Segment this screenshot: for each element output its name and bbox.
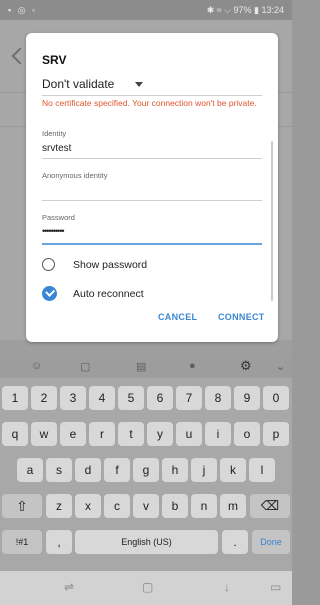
key-i[interactable]: i [205, 422, 231, 446]
key-r[interactable]: r [89, 422, 115, 446]
keyboard-toolbar: ☺ ▢ ▤ ● ⚙ ⌄ [0, 356, 292, 378]
cancel-button[interactable]: CANCEL [158, 312, 197, 322]
background-strip [0, 340, 292, 356]
collapse-icon[interactable]: ⌄ [276, 360, 285, 373]
status-bar: ▪ ◎ ▫ ✱ ≈ ⌵ 97% ▮ 13:24 [0, 0, 292, 20]
key-b[interactable]: b [162, 494, 188, 518]
dialog-scrollbar[interactable] [271, 141, 273, 301]
password-label: Password [42, 213, 75, 222]
key-g[interactable]: g [133, 458, 159, 482]
key-4[interactable]: 4 [89, 386, 115, 410]
ca-certificate-dropdown[interactable]: Don't validate [42, 73, 262, 96]
done-key[interactable]: Done [252, 530, 290, 554]
key-c[interactable]: c [104, 494, 130, 518]
settings-icon[interactable]: ⚙ [240, 358, 252, 374]
anonymous-identity-label: Anonymous identity [42, 171, 108, 180]
key-9[interactable]: 9 [234, 386, 260, 410]
auto-reconnect-label: Auto reconnect [73, 288, 144, 300]
chevron-down-icon [135, 82, 143, 87]
connect-button[interactable]: CONNECT [218, 312, 265, 322]
emoji-icon[interactable]: ☺ [31, 360, 42, 372]
identity-label: Identity [42, 129, 67, 138]
auto-reconnect-checkbox[interactable] [42, 286, 57, 301]
key-q[interactable]: q [2, 422, 28, 446]
recents-icon[interactable]: ⇌ [64, 580, 74, 594]
password-underline [42, 243, 262, 245]
key-j[interactable]: j [191, 458, 217, 482]
key-n[interactable]: n [191, 494, 217, 518]
key-d[interactable]: d [75, 458, 101, 482]
key-e[interactable]: e [60, 422, 86, 446]
key-5[interactable]: 5 [118, 386, 144, 410]
key-k[interactable]: k [220, 458, 246, 482]
key-p[interactable]: p [263, 422, 289, 446]
home-icon[interactable]: ▢ [142, 580, 153, 594]
key-3[interactable]: 3 [60, 386, 86, 410]
keyboard: ☺ ▢ ▤ ● ⚙ ⌄ 1 2 3 4 5 6 7 8 9 0 q w e r … [0, 356, 292, 571]
key-a[interactable]: a [17, 458, 43, 482]
key-7[interactable]: 7 [176, 386, 202, 410]
key-o[interactable]: o [234, 422, 260, 446]
certificate-warning: No certificate specified. Your connectio… [42, 98, 257, 108]
show-password-option[interactable]: Show password [42, 255, 262, 277]
key-v[interactable]: v [133, 494, 159, 518]
status-right-info: ✱ ≈ ⌵ 97% ▮ 13:24 [206, 5, 284, 15]
dropdown-value: Don't validate [42, 77, 115, 91]
auto-reconnect-option[interactable]: Auto reconnect [42, 284, 262, 306]
show-password-checkbox[interactable] [42, 258, 55, 271]
clipboard-icon[interactable]: ▤ [136, 360, 146, 373]
key-y[interactable]: y [147, 422, 173, 446]
password-field[interactable]: •••••••••• [42, 226, 64, 236]
sticker-icon[interactable]: ▢ [80, 360, 90, 373]
shift-key[interactable]: ⇧ [2, 494, 42, 518]
identity-field[interactable]: srvtest [42, 143, 71, 154]
comma-key[interactable]: , [46, 530, 72, 554]
key-z[interactable]: z [46, 494, 72, 518]
backspace-icon[interactable]: ⌫ [250, 494, 290, 518]
key-t[interactable]: t [118, 422, 144, 446]
key-h[interactable]: h [162, 458, 188, 482]
key-w[interactable]: w [31, 422, 57, 446]
anonymous-identity-underline [42, 200, 262, 201]
space-bar[interactable]: English (US) [75, 530, 218, 554]
navigation-bar: ⇌ ▢ ↓ ▭ [0, 571, 292, 605]
keyboard-switch-icon[interactable]: ▭ [270, 580, 281, 594]
mic-icon[interactable]: ● [189, 360, 196, 372]
key-2[interactable]: 2 [31, 386, 57, 410]
back-icon[interactable]: ↓ [224, 580, 230, 594]
key-x[interactable]: x [75, 494, 101, 518]
key-0[interactable]: 0 [263, 386, 289, 410]
key-s[interactable]: s [46, 458, 72, 482]
key-l[interactable]: l [249, 458, 275, 482]
key-1[interactable]: 1 [2, 386, 28, 410]
identity-underline [42, 158, 262, 159]
wifi-dialog: SRV Don't validate No certificate specif… [26, 33, 278, 342]
period-key[interactable]: . [222, 530, 248, 554]
key-u[interactable]: u [176, 422, 202, 446]
show-password-label: Show password [73, 259, 148, 271]
key-8[interactable]: 8 [205, 386, 231, 410]
dialog-title: SRV [42, 53, 67, 67]
key-6[interactable]: 6 [147, 386, 173, 410]
symbols-key[interactable]: !#1 [2, 530, 42, 554]
key-m[interactable]: m [220, 494, 246, 518]
status-left-icons: ▪ ◎ ▫ [8, 5, 38, 15]
key-f[interactable]: f [104, 458, 130, 482]
